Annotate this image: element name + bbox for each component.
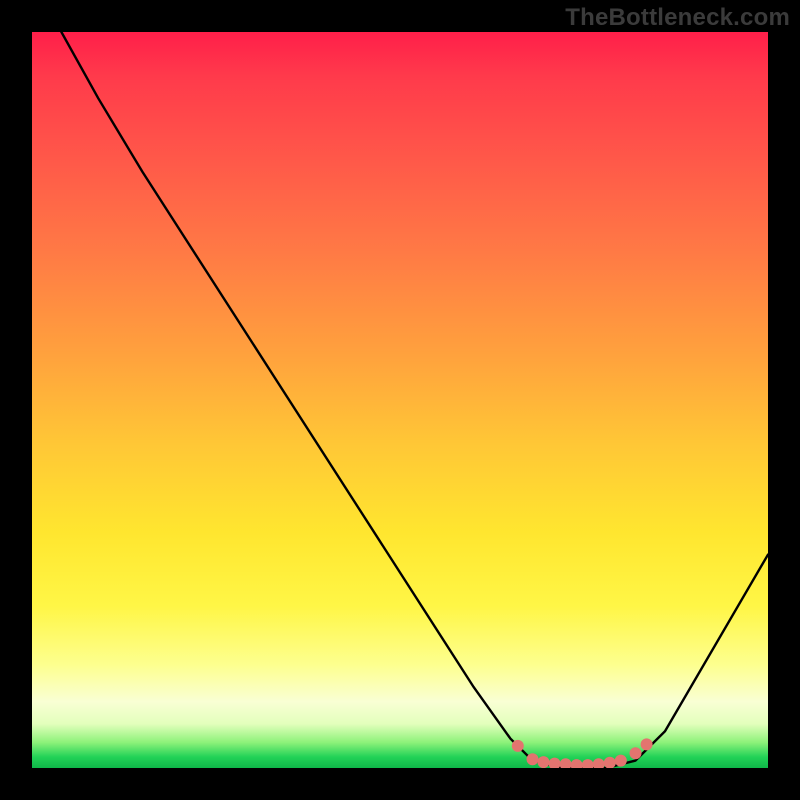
marker-dot bbox=[615, 755, 627, 767]
marker-dot bbox=[571, 759, 583, 768]
marker-dot bbox=[512, 740, 524, 752]
marker-dot bbox=[604, 757, 616, 768]
marker-dot bbox=[538, 756, 550, 768]
marker-dot bbox=[549, 758, 561, 768]
chart-frame: TheBottleneck.com bbox=[0, 0, 800, 800]
marker-dot bbox=[527, 753, 539, 765]
marker-dot bbox=[582, 759, 594, 768]
plot-area bbox=[32, 32, 768, 768]
bottleneck-curve-path bbox=[61, 32, 768, 768]
marker-dot bbox=[641, 738, 653, 750]
marker-dot bbox=[593, 758, 605, 768]
marker-dot bbox=[560, 758, 572, 768]
chart-svg bbox=[32, 32, 768, 768]
watermark-text: TheBottleneck.com bbox=[565, 4, 790, 32]
marker-dot bbox=[630, 747, 642, 759]
optimal-band-markers bbox=[512, 738, 653, 768]
